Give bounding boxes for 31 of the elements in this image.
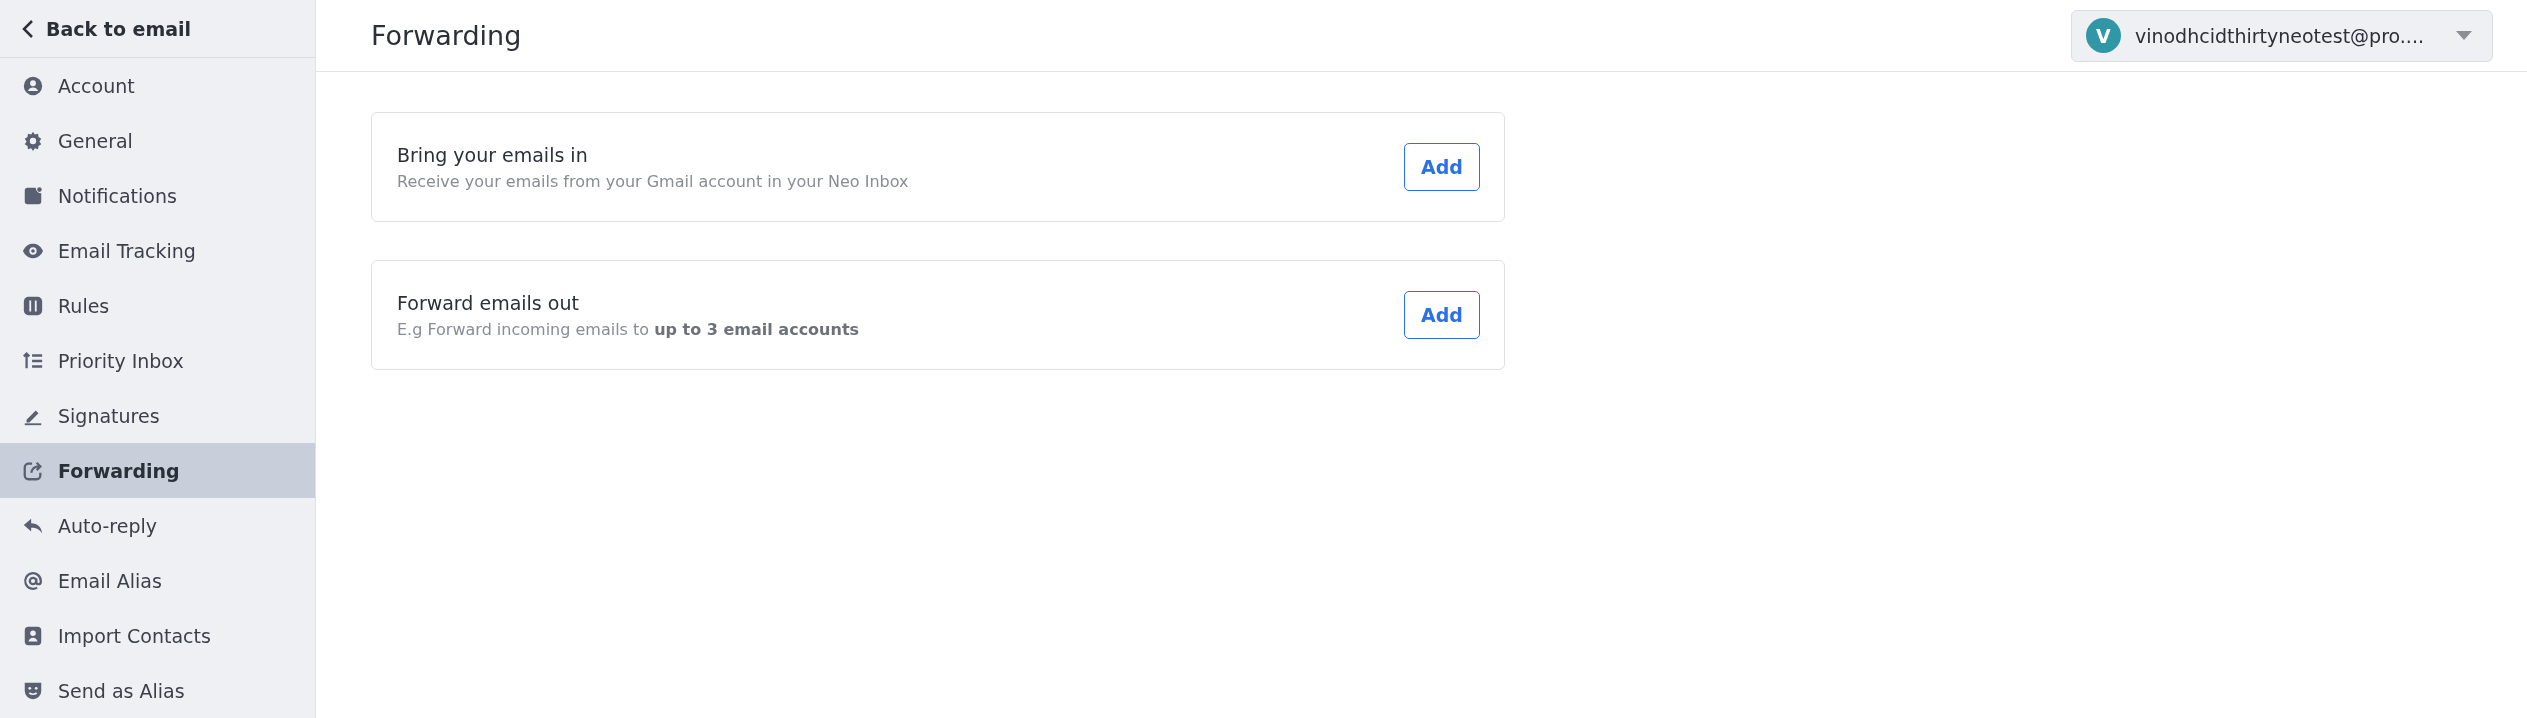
card-description: E.g Forward incoming emails to up to 3 email accounts bbox=[397, 319, 860, 339]
sidebar-item[interactable]: Forwarding bbox=[0, 443, 315, 498]
add-button[interactable]: Add bbox=[1404, 143, 1480, 191]
sliders-icon bbox=[22, 294, 44, 317]
back-link[interactable]: Back to email bbox=[22, 17, 192, 40]
chevron-left-icon bbox=[22, 18, 34, 39]
account-email: vinodhcidthirtyneotest@pro.... bbox=[2134, 24, 2424, 47]
sidebar-item[interactable]: Rules bbox=[0, 278, 315, 333]
sidebar-item[interactable]: Account bbox=[0, 58, 315, 113]
sidebar-item[interactable]: Notifications bbox=[0, 168, 315, 223]
avatar: V bbox=[2085, 18, 2121, 53]
card-description: Receive your emails from your Gmail account in your Neo Inbox bbox=[397, 171, 909, 191]
account-switcher[interactable]: V vinodhcidthirtyneotest@pro.... bbox=[2070, 9, 2493, 62]
sidebar-item[interactable]: Priority Inbox bbox=[0, 333, 315, 388]
page-title: Forwarding bbox=[371, 20, 522, 51]
caret-icon bbox=[2456, 30, 2472, 41]
share-icon bbox=[22, 459, 44, 482]
sidebar-item[interactable]: Send as Alias bbox=[0, 663, 315, 718]
card-title: Forward emails out bbox=[397, 291, 580, 314]
user-icon bbox=[22, 74, 44, 97]
card-title: Bring your emails in bbox=[397, 143, 589, 166]
notification-icon bbox=[22, 184, 44, 207]
sidebar-item[interactable]: General bbox=[0, 113, 315, 168]
sidebar-item[interactable]: Email Alias bbox=[0, 553, 315, 608]
sidebar-item[interactable]: Auto-reply bbox=[0, 498, 315, 553]
sidebar-item[interactable]: Signatures bbox=[0, 388, 315, 443]
contact-card-icon bbox=[22, 624, 44, 647]
sidebar-item[interactable]: Import Contacts bbox=[0, 608, 315, 663]
add-button[interactable]: Add bbox=[1404, 291, 1480, 339]
sidebar-item[interactable]: Email Tracking bbox=[0, 223, 315, 278]
at-sign-icon bbox=[22, 569, 44, 592]
